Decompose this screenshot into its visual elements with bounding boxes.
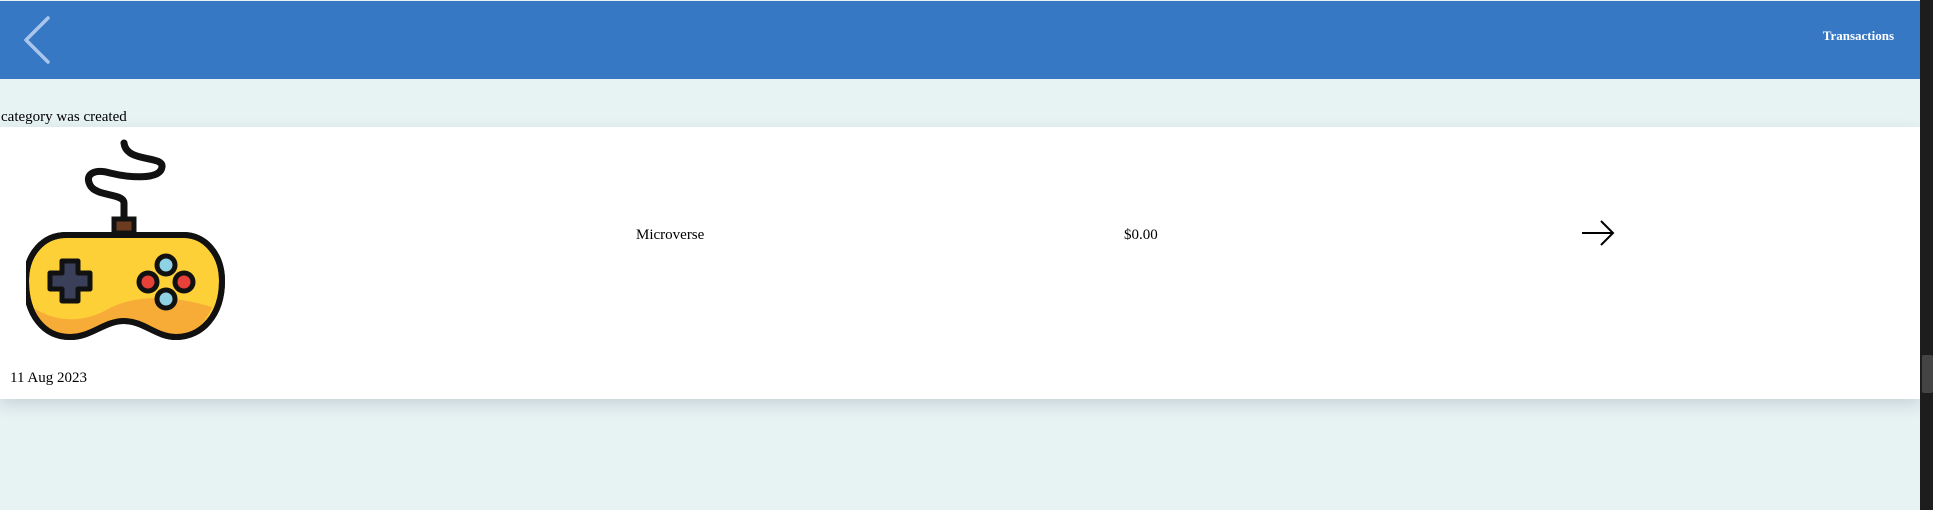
back-button[interactable] (18, 15, 58, 65)
scrollbar-thumb[interactable] (1922, 355, 1933, 393)
category-amount: $0.00 (1124, 227, 1158, 243)
app-viewport: Transactions category was created Microv… (0, 0, 1920, 510)
transactions-link[interactable]: Transactions (1823, 28, 1894, 44)
chevron-left-icon (24, 16, 50, 64)
open-category-button[interactable] (1580, 219, 1616, 247)
arrow-right-icon (1582, 220, 1615, 246)
category-card[interactable]: Microverse $0.00 11 Aug 2023 (0, 127, 1920, 399)
top-navigation-bar: Transactions (0, 1, 1920, 79)
vertical-scrollbar[interactable] (1920, 0, 1933, 510)
category-date: 11 Aug 2023 (10, 370, 87, 386)
category-name: Microverse (636, 227, 705, 243)
flash-notice: category was created (1, 109, 127, 125)
gamepad-icon (26, 139, 226, 341)
